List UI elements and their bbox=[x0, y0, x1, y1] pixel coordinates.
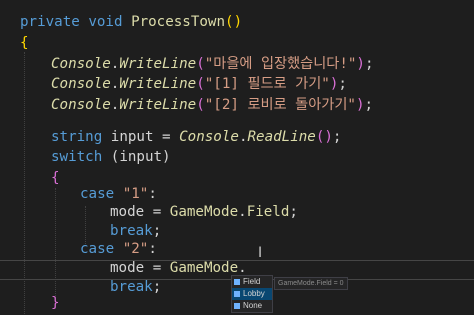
string-literal: "[1] 필드로 가기" bbox=[204, 76, 330, 92]
code-line-14: break; bbox=[110, 279, 162, 295]
code-line-7: switch (input) bbox=[51, 145, 171, 169]
enum-type: GameMode bbox=[169, 260, 239, 276]
string-literal: "2" bbox=[122, 241, 149, 257]
variable: mode bbox=[110, 204, 145, 220]
class-name: Console bbox=[51, 97, 111, 113]
keyword: private bbox=[20, 14, 80, 30]
code-line-15: } bbox=[51, 291, 60, 315]
enum-member: Field bbox=[246, 204, 290, 220]
code-editor[interactable]: private void ProcessTown() { Console.Wri… bbox=[0, 0, 474, 315]
class-name: Console bbox=[179, 129, 239, 145]
enum-member-icon bbox=[234, 303, 240, 309]
completion-item-none[interactable]: None bbox=[232, 300, 272, 312]
keyword: break bbox=[110, 279, 153, 295]
variable: input bbox=[110, 129, 154, 145]
method-name: WriteLine bbox=[119, 56, 197, 72]
keyword: void bbox=[88, 14, 123, 30]
method-name: WriteLine bbox=[119, 76, 197, 92]
code-line-1: private void ProcessTown() bbox=[20, 14, 243, 30]
string-literal: "[2] 로비로 돌아가기" bbox=[204, 97, 356, 113]
method-name: ReadLine bbox=[247, 129, 316, 145]
code-line-2: { bbox=[20, 31, 29, 55]
switch-argument: (input) bbox=[110, 149, 171, 165]
method-name: WriteLine bbox=[119, 97, 197, 113]
keyword: case bbox=[80, 241, 115, 257]
enum-member-icon bbox=[234, 279, 240, 285]
text-cursor-icon: I bbox=[258, 245, 263, 261]
completion-item-field[interactable]: Field bbox=[232, 276, 272, 288]
completion-tooltip: GameMode.Field = 0 bbox=[274, 277, 348, 290]
keyword: string bbox=[51, 129, 103, 145]
class-name: Console bbox=[51, 76, 111, 92]
keyword: switch bbox=[51, 149, 103, 165]
code-line-5: Console.WriteLine("[2] 로비로 돌아가기"); bbox=[51, 97, 374, 113]
method-name: ProcessTown bbox=[131, 14, 226, 30]
enum-type: GameMode bbox=[169, 204, 239, 220]
enum-member-icon bbox=[234, 291, 240, 297]
indent-guide bbox=[55, 188, 56, 298]
completion-item-lobby[interactable]: Lobby bbox=[232, 288, 272, 300]
class-name: Console bbox=[51, 56, 111, 72]
brace: { bbox=[20, 35, 29, 51]
brace: } bbox=[51, 295, 60, 311]
intellisense-popup[interactable]: Field Lobby None bbox=[231, 275, 273, 313]
variable: mode bbox=[110, 260, 145, 276]
string-literal: "마을에 입장했습니다!" bbox=[204, 56, 357, 72]
code-line-8: { bbox=[51, 166, 60, 190]
brace: { bbox=[51, 170, 60, 186]
